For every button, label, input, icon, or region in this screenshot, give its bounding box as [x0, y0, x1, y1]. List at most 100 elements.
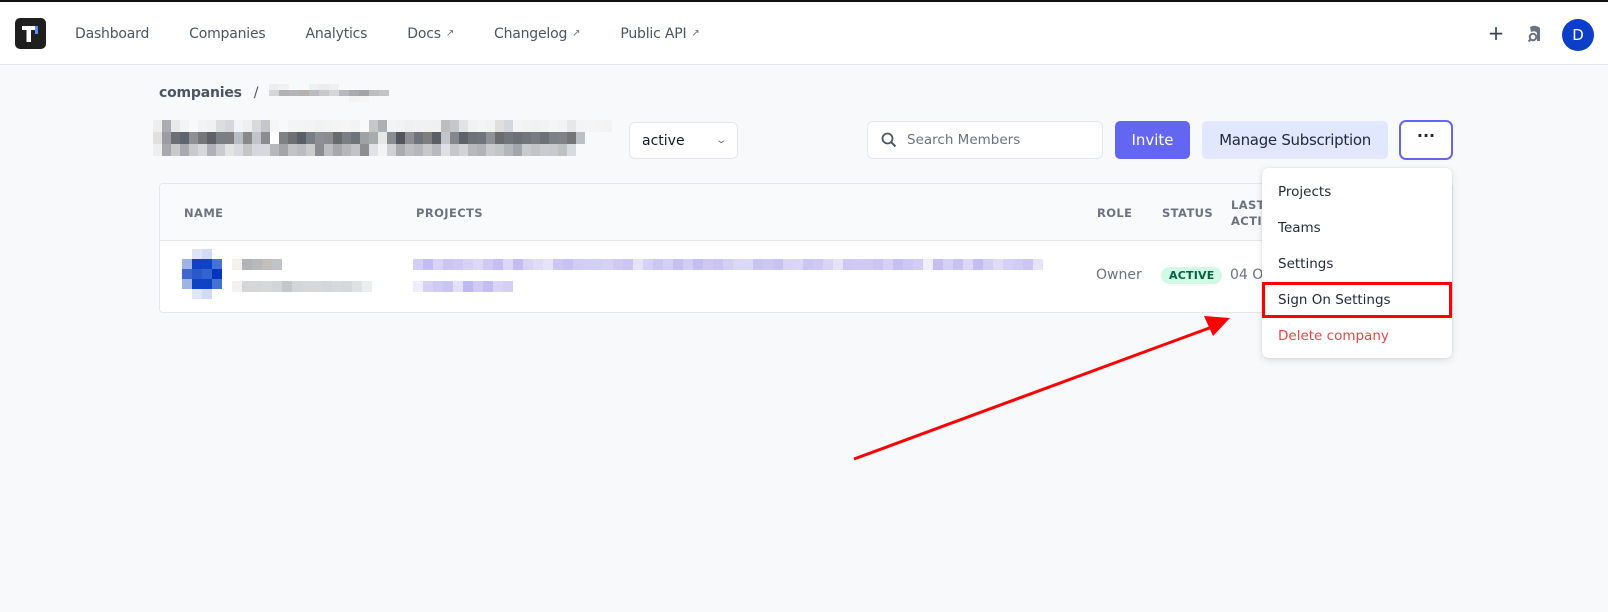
redaction-pixel [843, 259, 853, 270]
redaction-pixel [483, 259, 493, 270]
menu-item-projects[interactable]: Projects [1262, 174, 1452, 210]
redaction-pixel [493, 259, 503, 270]
redaction-pixel [813, 259, 823, 270]
redaction-pixel [423, 259, 433, 270]
header-last-active-line1[interactable]: LAST [1231, 198, 1265, 212]
redaction-pixel [513, 259, 523, 270]
nav-dashboard[interactable]: Dashboard [75, 26, 149, 42]
main-nav: Dashboard Companies Analytics Docs ↗ Chan… [75, 2, 740, 65]
redaction-pixel [703, 259, 713, 270]
redaction-pixel [823, 259, 833, 270]
invite-button[interactable]: Invite [1115, 121, 1190, 159]
nav-label: Companies [189, 25, 266, 42]
external-link-icon: ↗ [572, 28, 581, 39]
redaction-pixel [463, 259, 473, 270]
member-email-redacted [232, 281, 372, 292]
redaction-pixel [453, 259, 463, 270]
header-name[interactable]: NAME [184, 206, 223, 220]
redaction-pixel [773, 259, 783, 270]
add-icon[interactable]: + [1487, 22, 1505, 44]
redaction-pixel [733, 259, 743, 270]
redaction-pixel [923, 259, 933, 270]
redaction-pixel [533, 259, 543, 270]
nav-changelog[interactable]: Changelog ↗ [494, 26, 581, 42]
top-navigation-bar: Dashboard Companies Analytics Docs ↗ Chan… [0, 0, 1608, 65]
company-name-redacted [153, 120, 612, 156]
nav-label: Dashboard [75, 25, 150, 42]
nav-label: Docs [407, 25, 441, 42]
redaction-pixel [803, 259, 813, 270]
more-options-menu: Projects Teams Settings Sign On Settings… [1262, 168, 1452, 358]
redaction-pixel [603, 259, 613, 270]
search-members-field[interactable] [867, 121, 1103, 159]
redaction-pixel [723, 259, 733, 270]
redaction-pixel [663, 259, 673, 270]
header-projects[interactable]: PROJECTS [416, 206, 483, 220]
nav-companies[interactable]: Companies [189, 25, 266, 42]
redaction-pixel [583, 259, 593, 270]
breadcrumb-separator: / [253, 85, 259, 101]
status-select-value: active [642, 132, 685, 149]
status-badge: ACTIVE [1161, 267, 1223, 284]
redaction-pixel [593, 259, 603, 270]
redaction-pixel [473, 259, 483, 270]
redaction-pixel [543, 259, 553, 270]
redaction-pixel [943, 259, 953, 270]
redaction-pixel [973, 259, 983, 270]
member-projects-redacted-line2 [413, 281, 513, 292]
redaction-pixel [1003, 259, 1013, 270]
nav-analytics[interactable]: Analytics [305, 26, 367, 42]
menu-item-delete-company[interactable]: Delete company [1262, 318, 1452, 354]
support-search-icon[interactable] [1525, 24, 1545, 44]
breadcrumb-companies-link[interactable]: companies [159, 85, 242, 101]
redaction-pixel [763, 259, 773, 270]
header-status[interactable]: STATUS [1162, 206, 1213, 220]
menu-item-settings[interactable]: Settings [1262, 246, 1452, 282]
redaction-pixel [643, 259, 653, 270]
redaction-pixel [983, 259, 993, 270]
redaction-pixel [623, 259, 633, 270]
menu-item-teams[interactable]: Teams [1262, 210, 1452, 246]
redaction-pixel [553, 259, 563, 270]
redaction-pixel [633, 259, 643, 270]
redaction-pixel [683, 259, 693, 270]
table-row[interactable]: Owner ACTIVE 04 O [160, 241, 1452, 312]
search-icon [881, 132, 897, 148]
member-role: Owner [1096, 267, 1142, 283]
redaction-pixel [673, 259, 683, 270]
redaction-pixel [743, 259, 753, 270]
nav-docs[interactable]: Docs ↗ [407, 26, 454, 42]
brand-logo-icon[interactable] [15, 18, 46, 49]
redaction-pixel [1013, 259, 1023, 270]
manage-subscription-button[interactable]: Manage Subscription [1202, 121, 1388, 159]
redaction-pixel [753, 259, 763, 270]
redaction-pixel [563, 259, 573, 270]
external-link-icon: ↗ [691, 28, 700, 39]
company-status-select[interactable]: active ⌄ [629, 122, 738, 159]
redaction-pixel [433, 259, 443, 270]
redaction-pixel [893, 259, 903, 270]
nav-public-api[interactable]: Public API ↗ [620, 26, 699, 42]
redaction-pixel [1023, 259, 1033, 270]
search-members-input[interactable] [907, 132, 1087, 148]
member-name-redacted [232, 259, 282, 270]
redaction-pixel [883, 259, 893, 270]
header-role[interactable]: ROLE [1097, 206, 1132, 220]
menu-item-sign-on-settings[interactable]: Sign On Settings [1262, 282, 1452, 318]
redaction-pixel [963, 259, 973, 270]
table-header: NAME PROJECTS ROLE STATUS LAST ACTIVE [160, 184, 1452, 241]
nav-label: Public API [620, 25, 687, 42]
ellipsis-icon: ··· [1416, 126, 1436, 145]
redaction-pixel [853, 259, 863, 270]
redaction-pixel [413, 259, 423, 270]
redaction-pixel [903, 259, 913, 270]
breadcrumb: companies / [159, 84, 389, 102]
external-link-icon: ↗ [445, 28, 454, 39]
member-avatar-redacted [182, 249, 222, 299]
breadcrumb-current-redacted [268, 84, 389, 102]
annotation-arrow-head [1204, 316, 1230, 336]
redaction-pixel [793, 259, 803, 270]
user-avatar[interactable]: D [1562, 19, 1594, 51]
redaction-pixel [523, 259, 533, 270]
more-options-button[interactable]: ··· [1399, 120, 1453, 160]
